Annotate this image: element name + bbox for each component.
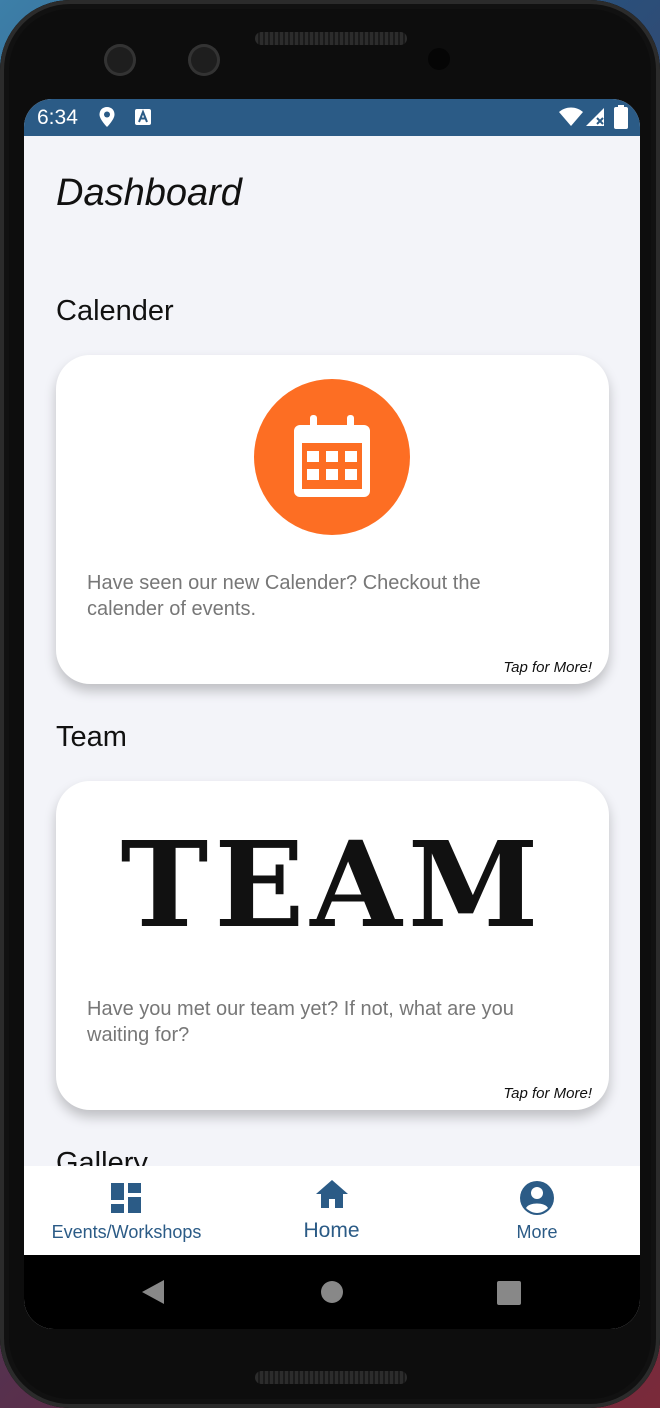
account-circle-icon <box>520 1181 554 1215</box>
nav-label-events: Events/Workshops <box>51 1222 202 1242</box>
battery-icon <box>614 105 628 129</box>
proximity-sensor <box>428 48 450 70</box>
back-icon[interactable] <box>142 1280 164 1304</box>
location-icon <box>99 107 115 127</box>
section-title-team: Team <box>56 721 127 753</box>
signal-icon <box>586 108 604 126</box>
status-time: 6:34 <box>37 106 78 129</box>
calendar-tap-more: Tap for More! <box>503 659 592 676</box>
wifi-icon <box>559 107 583 126</box>
bottom-navigation: Events/Workshops Home More <box>24 1166 640 1255</box>
section-title-gallery: Gallery <box>56 1147 148 1166</box>
team-card-text: Have you met our team yet? If not, what … <box>87 998 514 1046</box>
section-title-calendar: Calender <box>56 295 174 327</box>
calendar-icon <box>294 415 370 497</box>
team-logo: TEAM <box>120 815 545 954</box>
team-tap-more: Tap for More! <box>503 1085 592 1102</box>
calendar-card[interactable]: Have seen our new Calender? Checkout the… <box>56 355 609 684</box>
home-circle-icon[interactable] <box>320 1280 344 1304</box>
front-sensor <box>188 44 220 76</box>
phone-frame: 6:34 Dashboard Calender Have seen our ne… <box>0 0 660 1408</box>
team-card[interactable]: TEAM Have you met our team yet? If not, … <box>56 781 609 1110</box>
dashboard-icon <box>111 1183 141 1213</box>
system-navigation-bar <box>24 1255 640 1329</box>
nav-home[interactable]: Home <box>229 1166 434 1255</box>
nav-label-more: More <box>516 1222 558 1242</box>
home-icon <box>316 1180 348 1208</box>
screen: 6:34 Dashboard Calender Have seen our ne… <box>24 99 640 1329</box>
nav-more[interactable]: More <box>434 1166 640 1255</box>
status-bar: 6:34 <box>24 99 640 136</box>
page-title: Dashboard <box>56 172 242 214</box>
nav-events-workshops[interactable]: Events/Workshops <box>24 1166 229 1255</box>
front-camera <box>104 44 136 76</box>
a11y-font-icon <box>135 109 151 125</box>
nav-label-home: Home <box>303 1219 360 1242</box>
recents-icon[interactable] <box>497 1281 521 1305</box>
calendar-card-text: Have seen our new Calender? Checkout the… <box>87 572 481 620</box>
dashboard-scroll[interactable]: Dashboard Calender Have seen our new Cal… <box>24 136 640 1166</box>
bottom-speaker <box>255 1371 407 1384</box>
earpiece-speaker <box>255 32 407 45</box>
calendar-badge <box>254 379 410 535</box>
